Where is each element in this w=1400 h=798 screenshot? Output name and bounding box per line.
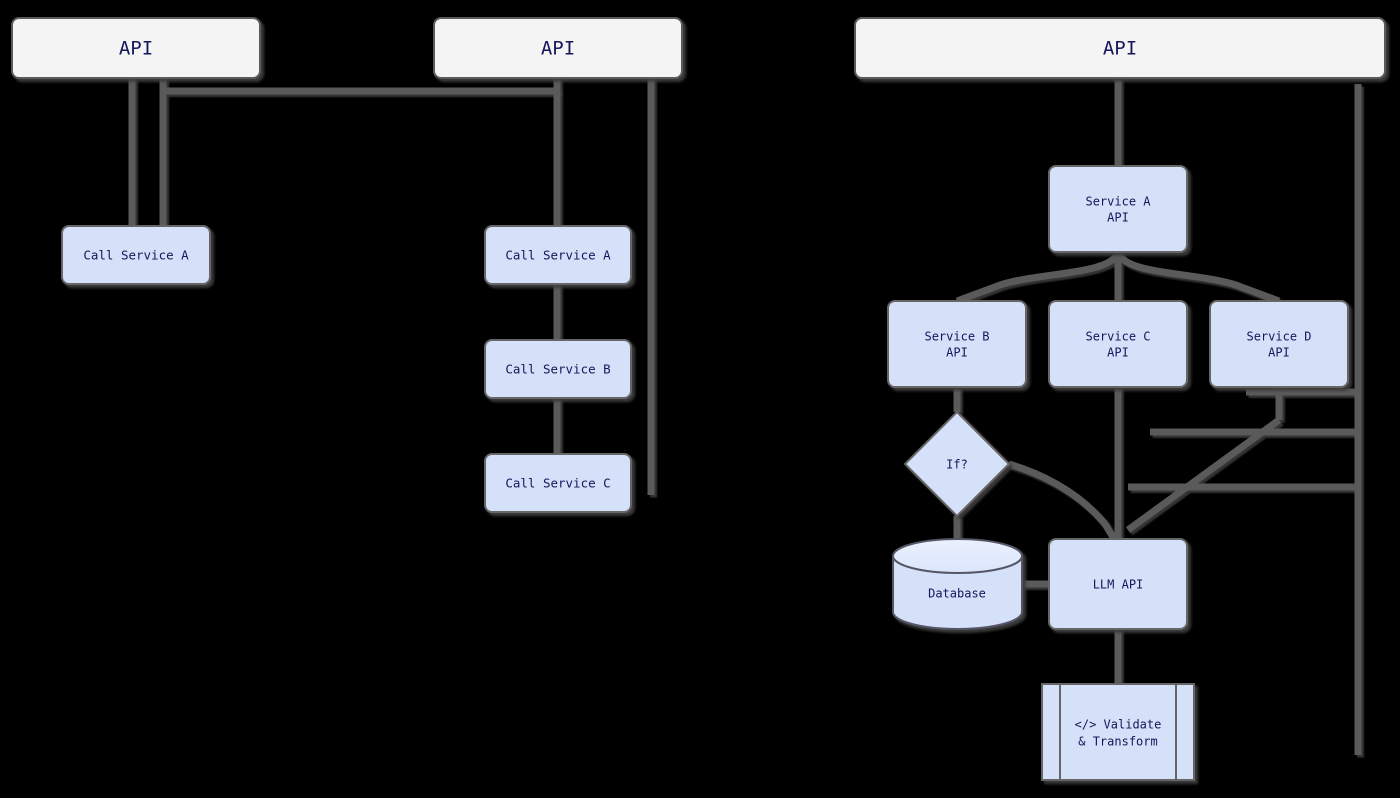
- edge-service-a-to-service-d: [1114, 250, 1281, 305]
- api-node-1[interactable]: API: [11, 17, 261, 79]
- service-d-label-line1: Service D: [1246, 330, 1311, 344]
- condition-diamond-label: If?: [946, 458, 968, 472]
- validate-transform-label-line2: & Transform: [1078, 735, 1157, 749]
- service-c-label-line2: API: [1107, 346, 1129, 360]
- call-service-b-label: Call Service B: [505, 362, 610, 377]
- database-label: Database: [928, 587, 986, 601]
- service-b-label-line1: Service B: [924, 330, 989, 344]
- service-a-label-line2: API: [1107, 211, 1129, 225]
- call-service-c-label: Call Service C: [505, 476, 610, 491]
- api-node-label: API: [1103, 38, 1137, 60]
- call-service-c-node-2[interactable]: Call Service C: [484, 453, 632, 513]
- diagram-2-edges: [553, 78, 655, 495]
- flowchart-svg: API Call Service A API Call Service A Ca…: [11, 17, 1386, 781]
- api-node-2[interactable]: API: [433, 17, 683, 79]
- service-b-shape: [887, 300, 1027, 388]
- call-service-b-node-2[interactable]: Call Service B: [484, 339, 632, 399]
- service-b-api-node[interactable]: Service B API: [887, 300, 1027, 388]
- edge-service-d-to-llm: [1125, 417, 1282, 533]
- validate-transform-shape: [1041, 683, 1195, 781]
- service-b-label-line2: API: [946, 346, 968, 360]
- service-d-label-line2: API: [1268, 346, 1290, 360]
- database-node[interactable]: Database: [892, 538, 1023, 630]
- api-node-label: API: [119, 38, 153, 60]
- call-service-a-label: Call Service A: [505, 248, 611, 263]
- llm-api-node[interactable]: LLM API: [1048, 538, 1188, 630]
- call-service-a-node-1[interactable]: Call Service A: [61, 225, 211, 285]
- service-c-api-node[interactable]: Service C API: [1048, 300, 1188, 388]
- service-c-shape: [1048, 300, 1188, 388]
- diagram-1-edges: [128, 78, 560, 226]
- edge-service-a-to-service-b: [955, 250, 1122, 305]
- llm-api-label: LLM API: [1093, 578, 1144, 592]
- validate-transform-node[interactable]: </> Validate & Transform: [1041, 683, 1195, 781]
- condition-diamond-node[interactable]: If?: [903, 410, 1011, 518]
- diagram-canvas: API Call Service A API Call Service A Ca…: [0, 0, 1400, 798]
- database-top-ellipse: [892, 538, 1023, 574]
- service-a-shape: [1048, 165, 1188, 253]
- api-node-3[interactable]: API: [854, 17, 1386, 79]
- service-a-label-line1: Service A: [1085, 195, 1151, 209]
- diagram-3-group: API Service A API Service B API Service …: [854, 17, 1386, 781]
- api-node-label: API: [541, 38, 575, 60]
- validate-transform-label-line1: </> Validate: [1075, 718, 1162, 732]
- service-d-shape: [1209, 300, 1349, 388]
- call-service-a-label: Call Service A: [83, 248, 189, 263]
- service-a-api-node[interactable]: Service A API: [1048, 165, 1188, 253]
- service-d-api-node[interactable]: Service D API: [1209, 300, 1349, 388]
- service-c-label-line1: Service C: [1085, 330, 1150, 344]
- edge-condition-to-llm: [1007, 460, 1118, 541]
- call-service-a-node-2[interactable]: Call Service A: [484, 225, 632, 285]
